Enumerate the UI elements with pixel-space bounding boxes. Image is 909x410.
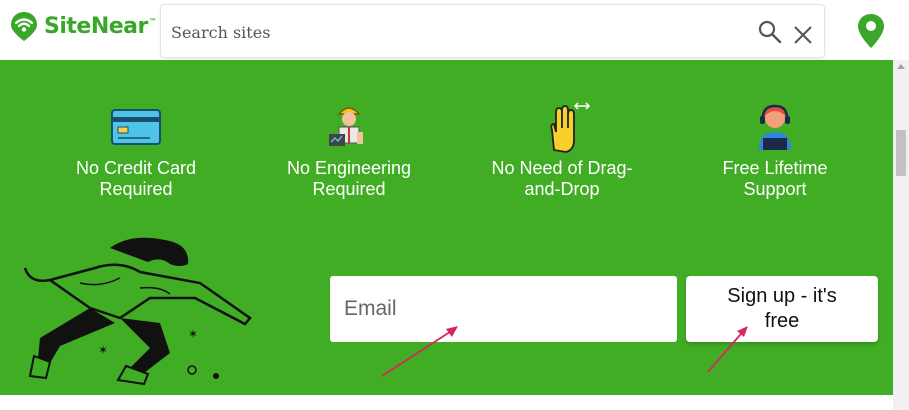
wifi-pin-logo-icon xyxy=(11,12,37,41)
page-content-below xyxy=(0,395,893,410)
engineer-icon xyxy=(329,107,363,146)
svg-text:✶: ✶ xyxy=(98,343,108,357)
support-agent-icon xyxy=(759,104,791,150)
feature-lifetime-support: Free Lifetime Support xyxy=(685,100,865,200)
hand-drag-icon xyxy=(550,102,591,153)
feature-label: No Need of Drag-and-Drop xyxy=(491,158,633,199)
map-pin-icon[interactable] xyxy=(856,13,886,49)
logo-text: SiteNear™ xyxy=(44,13,157,39)
feature-label: No Credit Card Required xyxy=(75,158,197,199)
features-banner: No Credit Card Required No Engineering Req… xyxy=(0,60,893,395)
svg-text:✶: ✶ xyxy=(188,327,198,341)
signup-button[interactable]: Sign up - it's free xyxy=(686,276,878,342)
credit-card-icon xyxy=(111,109,161,145)
email-input[interactable] xyxy=(330,276,677,342)
top-header: SiteNear™ xyxy=(0,0,909,60)
scroll-thumb[interactable] xyxy=(896,130,906,176)
search-bar xyxy=(160,4,825,58)
feature-no-engineering: No Engineering Required xyxy=(259,100,439,200)
search-input[interactable] xyxy=(171,17,731,47)
running-man-illustration: ✶ ✶ xyxy=(23,237,252,386)
feature-no-credit-card: No Credit Card Required xyxy=(46,100,226,200)
search-icon[interactable] xyxy=(757,19,783,45)
close-icon[interactable] xyxy=(791,23,815,47)
vertical-scrollbar[interactable] xyxy=(893,60,909,410)
feature-label: No Engineering Required xyxy=(286,158,412,199)
feature-no-drag-and-drop: No Need of Drag-and-Drop xyxy=(472,100,652,200)
scroll-up-arrow-icon[interactable] xyxy=(897,64,905,69)
feature-label: Free Lifetime Support xyxy=(722,158,828,199)
logo[interactable]: SiteNear™ xyxy=(8,8,157,44)
